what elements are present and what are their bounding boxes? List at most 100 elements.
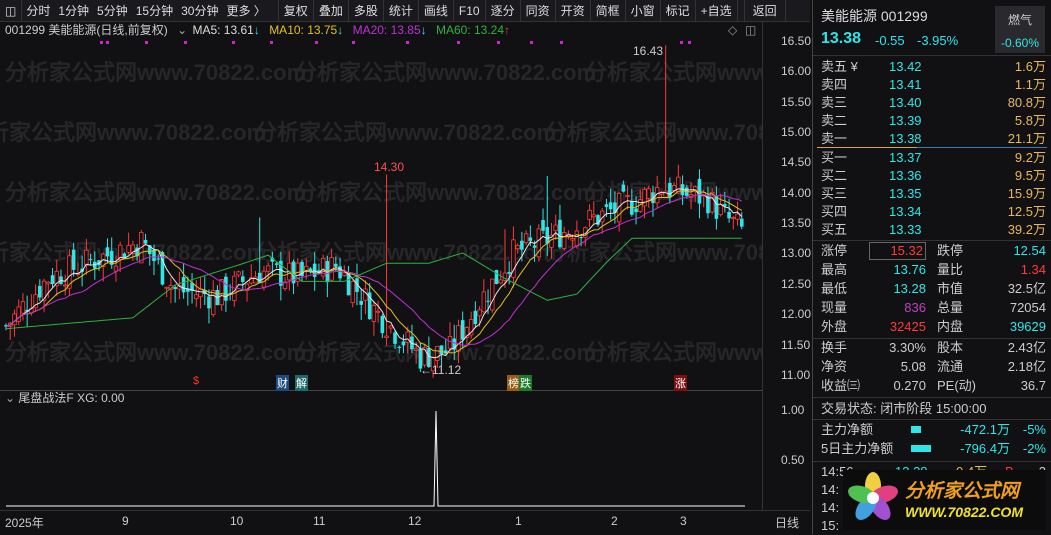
candle-body	[164, 286, 169, 289]
candle-body	[625, 195, 630, 198]
bid-row[interactable]: 买三 13.35 15.9万	[813, 185, 1051, 203]
watermark-text: 分析家公式网www.70822.com	[295, 180, 596, 205]
candle-body	[308, 268, 313, 272]
stats-row: 收益㈢ 0.270 PE(动) 36.7	[821, 378, 1046, 393]
indicator-label[interactable]: ⌄ 尾盘战法F XG: 0.00	[5, 390, 124, 406]
high-annotation: 14.30	[374, 160, 404, 174]
candle-body	[350, 280, 355, 304]
ask-row[interactable]: 卖三 13.40 80.8万	[813, 94, 1051, 112]
candle-body	[63, 284, 68, 287]
candle-body	[561, 232, 567, 249]
candle-body	[46, 281, 51, 285]
ask-row[interactable]: 卖五 ¥13.42 1.6万	[813, 58, 1051, 76]
watermark-text: 分析家公式网www.70822.com	[5, 340, 306, 365]
bid-row[interactable]: 买五 13.33 39.2万	[813, 221, 1051, 239]
candle-body	[143, 240, 148, 244]
candle-body	[587, 209, 592, 220]
candle-body	[558, 219, 562, 248]
candle-body	[38, 285, 42, 298]
indicator-tick: 1.00	[781, 403, 805, 417]
stats-row: 净资 5.08 流通 2.18亿	[821, 359, 1046, 374]
candle-body	[173, 287, 177, 290]
candle-body	[88, 258, 93, 260]
price-tick: 15.00	[781, 125, 812, 140]
candle-body	[12, 313, 17, 326]
price-tick: 16.50	[781, 34, 812, 48]
price-tick: 13.00	[781, 246, 812, 261]
candle-body	[435, 345, 440, 361]
ask-row[interactable]: 卖四 13.41 1.1万	[813, 76, 1051, 94]
watermark-text: 分析家公式网www.70822.com	[255, 120, 556, 145]
candle-body	[253, 276, 258, 284]
candle-body	[718, 203, 723, 215]
bid-row[interactable]: 买二 13.36 9.5万	[813, 167, 1051, 185]
month-label: 12	[408, 514, 422, 528]
signal-dot	[688, 41, 691, 44]
candle-body	[481, 291, 487, 313]
candle-body	[113, 265, 119, 272]
price-pct: -3.95%	[917, 33, 959, 48]
last-price: 13.38	[821, 30, 862, 47]
candle-body	[384, 335, 389, 338]
candle-body	[401, 341, 406, 346]
month-label: 9	[122, 514, 129, 528]
candle-body	[388, 325, 393, 329]
candle-body	[20, 301, 26, 314]
stats-row: 换手 3.30% 股本 2.43亿	[821, 340, 1046, 355]
candle-body	[84, 249, 89, 266]
indicator-line	[6, 410, 745, 507]
candle-body	[194, 294, 199, 300]
month-label: 10	[230, 514, 244, 528]
event-marker[interactable]: 涨	[674, 375, 687, 391]
year-label: 2025年	[5, 516, 44, 530]
candle-body	[520, 240, 524, 250]
candle-body	[727, 211, 731, 219]
sector-badge[interactable]: 燃气 -0.60%	[995, 6, 1045, 53]
candle-body	[156, 258, 161, 260]
period-label[interactable]: 日线	[775, 514, 799, 531]
settings-icon[interactable]: ⌄	[5, 391, 15, 405]
watermark-text: 分析家公式网www.70822.com	[545, 120, 762, 145]
ask-row[interactable]: 卖二 13.39 5.8万	[813, 112, 1051, 130]
candle-body	[236, 271, 241, 276]
signal-dot	[497, 41, 500, 44]
price-axis: 16.50 16.00 15.50 15.00 14.50 14.00 13.50 13.00…	[762, 22, 812, 390]
candle-body	[198, 288, 203, 298]
candle-body	[397, 346, 402, 348]
ask-row[interactable]: 卖一 13.38 21.1万	[813, 130, 1051, 148]
event-marker[interactable]: $	[192, 375, 200, 387]
watermark-text: 分析家公式网www.70822.com	[585, 340, 762, 365]
bid-row[interactable]: 买四 13.34 12.5万	[813, 203, 1051, 221]
trade-status: 交易状态: 闭市阶段 15:00:00	[821, 401, 987, 416]
watermark-text: 分析家公式网www.70822.com	[585, 60, 762, 85]
event-marker[interactable]: 跌	[519, 375, 532, 391]
watermark-text: 分析家公式网www.70822.com	[0, 120, 266, 145]
bid-row[interactable]: 买一 13.37 9.2万	[813, 149, 1051, 167]
date-axis: 2025年 日线 9 10 11 12 1 2 3	[0, 510, 810, 530]
price-tick: 12.50	[781, 276, 812, 291]
month-label: 11	[313, 514, 326, 528]
stats-row: 涨停 15.32 跌停 12.54	[821, 242, 1046, 260]
candle-body	[439, 345, 444, 355]
signal-dot	[457, 41, 460, 44]
flower-logo-icon	[848, 472, 898, 520]
signal-dot	[106, 41, 109, 44]
quote-panel: 美能能源 001299 13.38 -0.55 -3.95% 燃气 -0.60%…	[812, 0, 1051, 534]
candle-body	[507, 271, 511, 274]
price-tick: 11.50	[781, 337, 811, 352]
kline-chart[interactable]: 分析家公式网www.70822.com分析家公式网www.70822.com分析…	[0, 0, 762, 510]
stock-name: 美能能源 001299	[821, 8, 928, 24]
candle-body	[181, 277, 186, 293]
price-tick: 11.00	[781, 367, 811, 382]
candle-body	[604, 204, 609, 207]
candle-body	[375, 310, 381, 313]
candle-body	[71, 249, 76, 270]
candle-body	[359, 300, 363, 305]
candle-body	[545, 227, 550, 244]
event-marker[interactable]: 解	[295, 375, 308, 391]
signal-dot	[352, 41, 355, 44]
price-tick: 12.00	[781, 307, 812, 322]
candle-body	[528, 237, 533, 241]
candle-body	[265, 265, 271, 272]
event-marker[interactable]: 财	[276, 375, 289, 391]
